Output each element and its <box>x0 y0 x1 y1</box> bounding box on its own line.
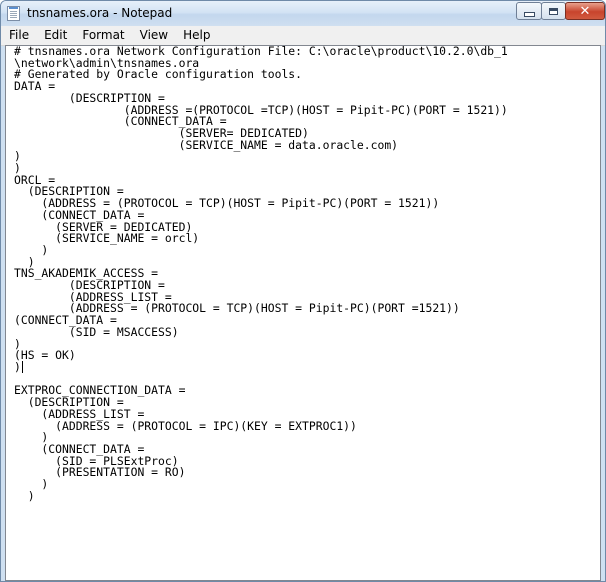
editor-line: ) <box>14 359 21 374</box>
maximize-icon <box>549 7 558 15</box>
editor-line: (SERVICE_NAME = data.oracle.com) <box>14 137 399 152</box>
maximize-button[interactable] <box>541 2 566 20</box>
editor-line: (SID = MSACCESS) <box>14 324 179 339</box>
editor-line: ) <box>14 488 35 503</box>
notepad-icon[interactable] <box>7 6 20 21</box>
menu-view[interactable]: View <box>132 26 175 45</box>
title-bar[interactable]: tnsnames.ora - Notepad ✕ <box>1 1 605 26</box>
minimize-button[interactable] <box>516 2 542 20</box>
menu-file[interactable]: File <box>1 26 36 45</box>
window-title: tnsnames.ora - Notepad <box>27 6 173 20</box>
editor-line: (ADDRESS = (PROTOCOL = IPC)(KEY = EXTPRO… <box>14 418 357 433</box>
close-button[interactable]: ✕ <box>565 2 605 20</box>
menu-bar: File Edit Format View Help <box>1 26 605 46</box>
notepad-window: tnsnames.ora - Notepad ✕ File Edit Forma… <box>0 0 606 582</box>
editor-line: # Generated by Oracle configuration tool… <box>14 67 303 82</box>
minimize-icon <box>523 12 535 17</box>
text-caret <box>22 361 23 373</box>
menu-format[interactable]: Format <box>74 26 131 45</box>
menu-help[interactable]: Help <box>175 26 217 45</box>
menu-edit[interactable]: Edit <box>36 26 74 45</box>
editor-content[interactable]: # tnsnames.ora Network Configuration Fil… <box>14 45 508 503</box>
editor-line: (HS = OK) <box>14 348 76 363</box>
close-icon: ✕ <box>579 3 591 19</box>
text-editor[interactable]: # tnsnames.ora Network Configuration Fil… <box>5 45 601 581</box>
